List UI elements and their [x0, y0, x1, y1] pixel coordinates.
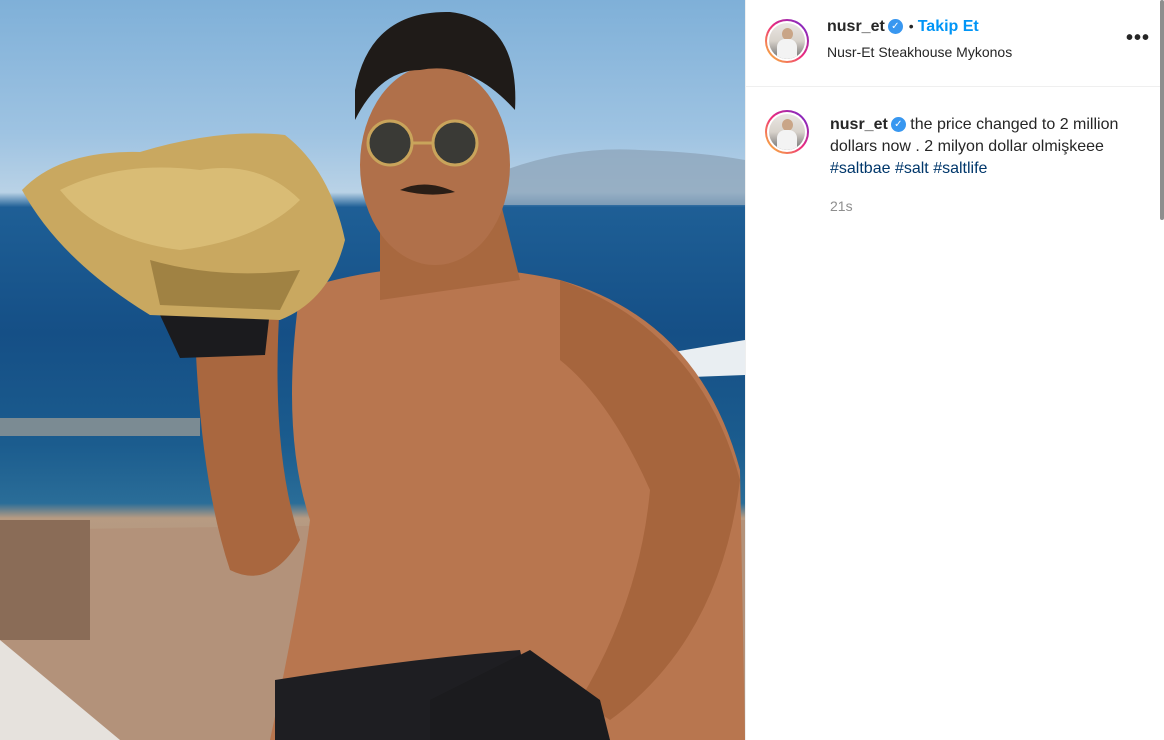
hashtag-link[interactable]: #salt — [895, 160, 929, 177]
post-username[interactable]: nusr_et — [827, 18, 885, 35]
header-line: nusr_et ✓ • Takip Et — [827, 18, 979, 36]
verified-check-icon: ✓ — [890, 117, 906, 133]
verified-check-icon: ✓ — [887, 19, 903, 35]
post-header: nusr_et ✓ • Takip Et Nusr-Et Steakhouse Myk… — [746, 0, 1164, 87]
post-sidebar: nusr_et ✓ • Takip Et Nusr-Et Steakhouse Myk… — [745, 0, 1164, 740]
caption-text: nusr_et ✓ the price changed to 2 million … — [830, 114, 1130, 180]
photo-illustration — [0, 11, 745, 740]
post-location[interactable]: Nusr-Et Steakhouse Mykonos — [827, 44, 1012, 60]
comment-avatar[interactable] — [765, 110, 809, 154]
comment-timestamp[interactable]: 21s — [830, 198, 853, 214]
hashtag-link[interactable]: #saltbae — [830, 160, 891, 177]
follow-button[interactable]: Takip Et — [918, 18, 979, 35]
avatar-image — [769, 23, 805, 59]
post-photo[interactable] — [0, 0, 745, 740]
separator-dot: • — [908, 18, 914, 34]
avatar[interactable] — [765, 19, 809, 63]
hashtag-link[interactable]: #saltlife — [933, 160, 987, 177]
avatar-image — [769, 114, 805, 150]
scrollbar[interactable] — [1160, 0, 1164, 220]
more-options-icon[interactable]: ••• — [1126, 28, 1150, 48]
comment-username[interactable]: nusr_et — [830, 116, 888, 133]
